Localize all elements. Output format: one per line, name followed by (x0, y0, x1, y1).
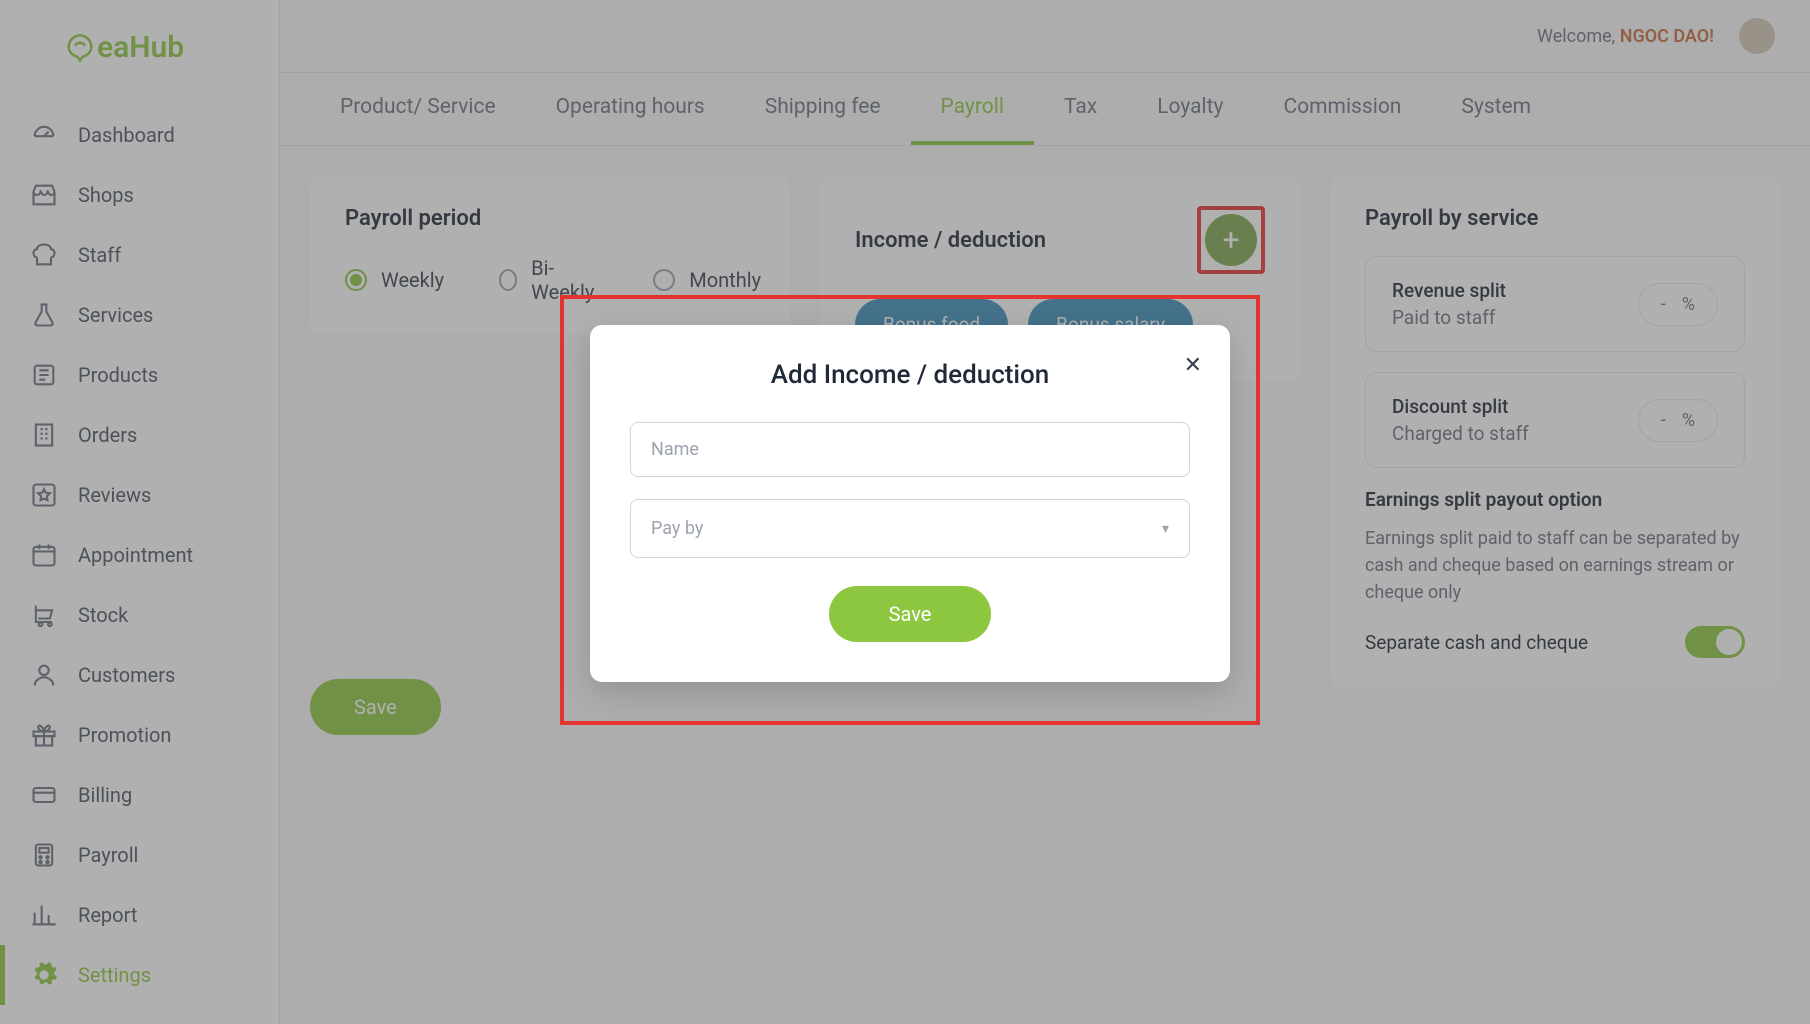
modal-add-income: ✕ Add Income / deduction Pay by ▾ Save (590, 325, 1230, 682)
payby-select[interactable]: Pay by ▾ (630, 499, 1190, 558)
close-icon[interactable]: ✕ (1184, 353, 1202, 378)
chevron-down-icon: ▾ (1162, 521, 1169, 537)
name-field[interactable] (630, 422, 1190, 477)
modal-save-button[interactable]: Save (829, 586, 992, 642)
modal-title: Add Income / deduction (630, 360, 1190, 390)
payby-placeholder: Pay by (651, 518, 703, 539)
